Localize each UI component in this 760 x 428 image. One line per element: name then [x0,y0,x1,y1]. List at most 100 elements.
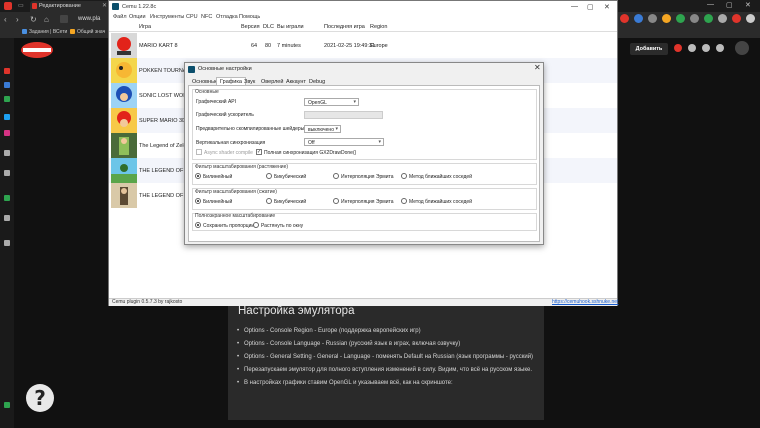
game-cover-icon [111,158,137,183]
game-title: THE LEGEND OF ZELDA [139,193,187,199]
notification-icon[interactable] [674,44,682,52]
cemu-close-button[interactable]: ✕ [604,3,610,11]
column-header-version[interactable]: Версия [241,24,260,30]
game-cover-icon [111,58,137,83]
api-label: Графический API [196,99,237,105]
site-logo-icon[interactable] [20,40,54,60]
extension-icon[interactable] [662,14,671,23]
panel-icon[interactable] [4,114,10,120]
game-title: SUPER MARIO 3D WORLD [139,118,187,124]
extension-icon[interactable] [732,14,741,23]
extension-icon[interactable] [648,14,657,23]
table-row[interactable]: MARIO KART 8 64 80 7 minutes 2021-02-25 … [109,33,617,58]
cemu-maximize-button[interactable]: ▢ [587,3,594,11]
column-header-game[interactable]: Игра [139,24,151,30]
dialog-app-icon [188,66,195,73]
api-select[interactable]: OpenGL ▾ [304,98,359,106]
chevron-down-icon: ▾ [353,99,356,105]
menu-tools[interactable]: Инструменты [150,14,184,20]
help-button[interactable]: ? [26,384,54,412]
downscale-hermite-radio[interactable] [333,198,339,204]
trash-icon[interactable] [4,240,10,246]
async-shader-checkbox[interactable] [196,149,202,155]
panel-icon[interactable] [4,82,10,88]
upscale-nearest-radio[interactable] [401,173,407,179]
dialog-close-button[interactable]: ✕ [534,63,541,72]
dialog-tab-panel: Основные Графический API OpenGL ▾ Графич… [188,85,540,242]
home-button[interactable]: ⌂ [44,15,49,24]
game-cover-icon [111,133,137,158]
upscale-hermite-radio[interactable] [333,173,339,179]
game-dlc: 80 [265,43,272,49]
menu-cpu[interactable]: CPU [186,14,198,20]
browser-maximize-button[interactable]: ▢ [726,1,733,9]
column-header-last-played[interactable]: Последняя игра [324,24,365,30]
status-plugin-text: Cemu plugin 0.5.7.3 by rajkosto [112,299,183,305]
browser-logo-icon[interactable] [4,2,12,10]
downscale-bilinear-radio[interactable] [195,198,201,204]
panel-icon[interactable] [4,170,10,176]
browser-tab-title: Редактирование [39,3,81,9]
precompiled-select[interactable]: выключено ▾ [304,125,341,133]
tab-close-icon[interactable]: ✕ [102,2,107,9]
messages-icon[interactable] [716,44,724,52]
bookmark-item[interactable]: Задания | ВСети [22,29,67,35]
vsync-select[interactable]: Off ▾ [304,138,384,146]
bookmark-icon [70,29,75,34]
browser-tab-active[interactable]: Редактирование ✕ [30,1,110,12]
list-item: Options - Console Region - Europe (подде… [237,326,534,336]
browser-minimize-button[interactable]: — [707,1,714,8]
panel-icon[interactable] [4,96,10,102]
menu-options[interactable]: Опции [129,14,146,20]
vsync-select-value: Off [308,140,315,146]
downscale-nearest-radio[interactable] [401,198,407,204]
user-icon[interactable] [688,44,696,52]
panel-icon[interactable] [4,68,10,74]
back-button[interactable]: ‹ [4,15,7,24]
browser-close-button[interactable]: ✕ [745,1,751,9]
accelerator-field[interactable] [304,111,383,119]
instruction-list: Options - Console Region - Europe (подде… [237,326,534,391]
cemu-minimize-button[interactable]: — [571,3,578,10]
extension-icon[interactable] [634,14,643,23]
panel-icon[interactable] [4,150,10,156]
game-last-played: 2021-02-25 19:49:31 [324,43,376,49]
panel-icon[interactable] [4,195,10,201]
extension-icon[interactable] [690,14,699,23]
extension-icon[interactable] [704,14,713,23]
menu-help[interactable]: Помощь [239,14,260,20]
site-info-icon[interactable] [60,15,68,23]
upscale-bicubic-radio[interactable] [266,173,272,179]
extension-icon[interactable] [718,14,727,23]
settings-dialog: Основные настройки ✕ Основные Графика Зв… [184,62,544,245]
avatar[interactable] [735,41,749,55]
game-cover-icon [111,33,137,58]
menu-debug[interactable]: Отладка [216,14,238,20]
game-title: MARIO KART 8 [139,43,178,49]
extension-icon[interactable] [676,14,685,23]
column-header-played[interactable]: Вы играли [277,24,304,30]
column-header-region[interactable]: Region [370,24,387,30]
rating-icon[interactable] [702,44,710,52]
bookmark-item[interactable]: Общий знач [70,29,105,35]
tab-search-icon[interactable]: ▭ [18,2,24,9]
column-header-dlc[interactable]: DLC [263,24,274,30]
menu-file[interactable]: Файл [113,14,127,20]
panel-icon[interactable] [4,130,10,136]
full-sync-checkbox[interactable]: ✓ [256,149,262,155]
menu-nfc[interactable]: NFC [201,14,212,20]
status-link[interactable]: https://cemuhook.sshnuke.net [552,299,618,305]
reload-button[interactable]: ↻ [30,15,37,24]
upscale-bilinear-radio[interactable] [195,173,201,179]
downscale-bicubic-radio[interactable] [266,198,272,204]
keep-aspect-radio[interactable] [195,222,201,228]
stretch-window-radio[interactable] [253,222,259,228]
extension-icon[interactable] [620,14,629,23]
game-title: POKKÉN TOURNAMENT [139,68,187,74]
forward-button[interactable]: › [16,15,19,24]
add-button[interactable]: Добавить [630,43,668,55]
menu-icon[interactable] [746,14,755,23]
downscale-filter-label: Фильтр масштабирования (сжатие) [195,189,277,195]
panel-icon[interactable] [4,402,10,408]
panel-icon[interactable] [4,215,10,221]
